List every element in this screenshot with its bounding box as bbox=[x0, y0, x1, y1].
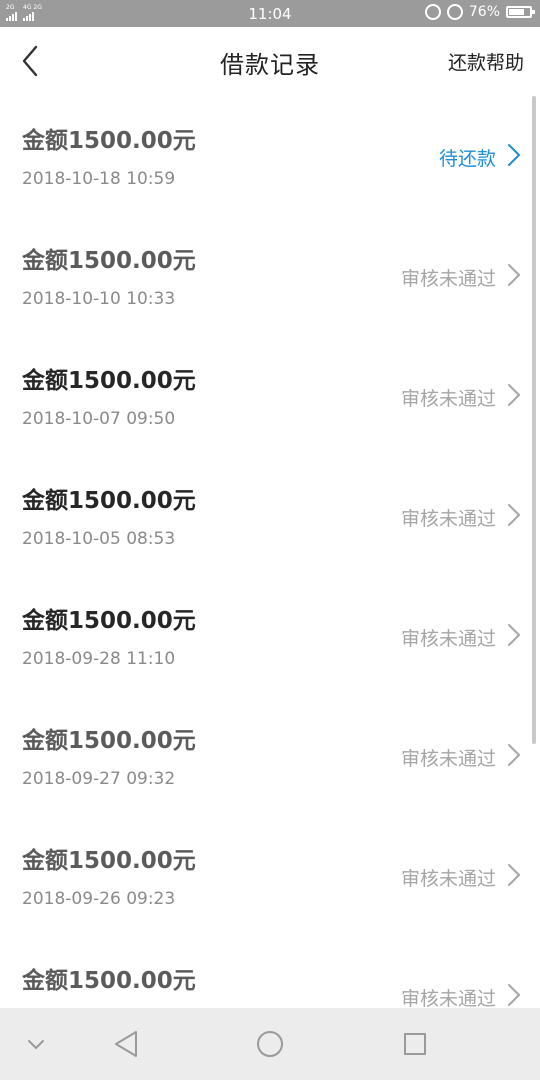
chevron-right-icon bbox=[508, 984, 520, 1006]
record-amount: 金额1500.00元 bbox=[22, 368, 196, 394]
record-status: 审核未通过 bbox=[400, 748, 496, 770]
record-amount: 金额1500.00元 bbox=[22, 248, 196, 274]
record-status: 审核未通过 bbox=[400, 988, 496, 1008]
loan-record-row[interactable]: 金额1500.00元审核未通过 bbox=[0, 935, 540, 1008]
record-amount: 金额1500.00元 bbox=[22, 728, 196, 754]
chevron-right-icon bbox=[508, 504, 520, 526]
record-amount: 金额1500.00元 bbox=[22, 128, 196, 154]
record-status: 审核未通过 bbox=[400, 268, 496, 290]
record-status: 待还款 bbox=[438, 148, 496, 170]
record-date: 2018-10-10 10:33 bbox=[22, 289, 176, 309]
loan-record-row[interactable]: 金额1500.00元 2018-10-05 08:53 审核未通过 bbox=[0, 455, 540, 575]
record-date: 2018-09-26 09:23 bbox=[22, 889, 176, 909]
chevron-right-icon bbox=[508, 144, 520, 166]
loan-record-row[interactable]: 金额1500.00元 2018-09-27 09:32 审核未通过 bbox=[0, 695, 540, 815]
record-amount: 金额1500.00元 bbox=[22, 488, 196, 514]
battery-fill bbox=[509, 9, 525, 15]
chevron-right-icon bbox=[508, 264, 520, 286]
loan-record-row[interactable]: 金额1500.00元 2018-09-26 09:23 审核未通过 bbox=[0, 815, 540, 935]
circle-home-icon bbox=[257, 1031, 283, 1057]
record-status: 审核未通过 bbox=[400, 508, 496, 530]
chevron-right-icon bbox=[508, 384, 520, 406]
nav-back-button[interactable] bbox=[106, 1026, 146, 1062]
record-amount: 金额1500.00元 bbox=[22, 608, 196, 634]
record-amount: 金额1500.00元 bbox=[22, 848, 196, 874]
loan-record-row[interactable]: 金额1500.00元 2018-10-07 09:50 审核未通过 bbox=[0, 335, 540, 455]
status-right: 76% bbox=[424, 4, 535, 20]
repayment-help-link[interactable]: 还款帮助 bbox=[448, 48, 524, 75]
record-status: 审核未通过 bbox=[400, 388, 496, 410]
loan-record-list: 金额1500.00元 2018-10-18 10:59 待还款 金额1500.00元 2… bbox=[0, 95, 540, 1008]
chevron-right-icon bbox=[508, 624, 520, 646]
nav-home-button[interactable] bbox=[250, 1026, 290, 1062]
scrollbar[interactable] bbox=[532, 96, 536, 744]
record-date: 2018-09-27 09:32 bbox=[22, 769, 176, 789]
loan-record-row[interactable]: 金额1500.00元 2018-09-28 11:10 审核未通过 bbox=[0, 575, 540, 695]
record-date: 2018-10-05 08:53 bbox=[22, 529, 176, 549]
chevron-right-icon bbox=[508, 744, 520, 766]
square-recent-icon bbox=[404, 1033, 426, 1055]
battery-icon bbox=[506, 6, 535, 18]
loan-record-row[interactable]: 金额1500.00元 2018-10-18 10:59 待还款 bbox=[0, 95, 540, 215]
triangle-back-icon bbox=[115, 1031, 137, 1057]
nav-recent-button[interactable] bbox=[395, 1026, 435, 1062]
record-date: 2018-09-28 11:10 bbox=[22, 649, 176, 669]
app-header: 借款记录 还款帮助 bbox=[0, 27, 540, 95]
record-amount: 金额1500.00元 bbox=[22, 968, 196, 994]
rotation-lock-icon bbox=[446, 4, 463, 20]
chevron-down-icon bbox=[28, 1040, 44, 1049]
record-date: 2018-10-18 10:59 bbox=[22, 169, 176, 189]
record-date: 2018-10-07 09:50 bbox=[22, 409, 176, 429]
battery-percent: 76% bbox=[468, 4, 500, 20]
loan-record-row[interactable]: 金额1500.00元 2018-10-10 10:33 审核未通过 bbox=[0, 215, 540, 335]
vibrate-icon bbox=[424, 4, 441, 20]
record-status: 审核未通过 bbox=[400, 868, 496, 890]
record-status: 审核未通过 bbox=[400, 628, 496, 650]
nav-collapse-button[interactable] bbox=[16, 1026, 56, 1062]
chevron-right-icon bbox=[508, 864, 520, 886]
system-nav-bar bbox=[0, 1008, 540, 1080]
status-bar: 2G 4G 2G 11:04 76% bbox=[0, 0, 540, 27]
